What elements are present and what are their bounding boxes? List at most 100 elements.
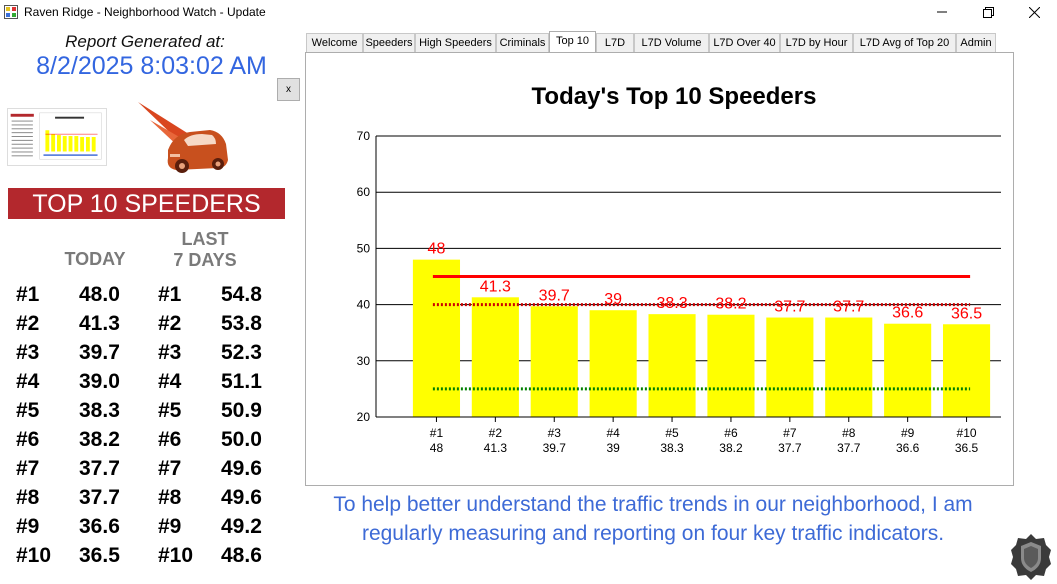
rank-last-7-days: #10 [158,544,194,567]
report-date: 8/2/2025 8:03:02 AM [36,52,267,80]
x-tick-label: #9 [901,426,915,440]
y-tick-label: 20 [357,410,371,424]
rank-today: #2 [16,312,40,335]
speed-last-7-days: 54.8 [221,283,262,306]
tab-welcome[interactable]: Welcome [306,33,363,52]
rank-today: #6 [16,428,40,451]
tab-admin[interactable]: Admin [956,33,996,52]
tab-l7d-over-40[interactable]: L7D Over 40 [709,33,780,52]
speed-today: 41.3 [79,312,120,335]
rank-today: #8 [16,486,40,509]
speed-today: 39.7 [79,341,120,364]
tab-l7d-volume[interactable]: L7D Volume [634,33,709,52]
rank-row: #5 38.3 #5 50.9 [16,399,286,428]
window-title: Raven Ridge - Neighborhood Watch - Updat… [24,5,266,19]
bar [471,297,519,417]
close-button[interactable] [1011,0,1057,24]
tab-l7d-by-hour[interactable]: L7D by Hour [780,33,853,52]
restore-button[interactable] [965,0,1011,24]
rank-last-7-days: #6 [158,428,182,451]
rank-row: #2 41.3 #2 53.8 [16,312,286,341]
tab-l7d-avg-of-top-20[interactable]: L7D Avg of Top 20 [853,33,956,52]
bar [412,259,461,417]
x-tick-sublabel: 37.7 [778,441,802,455]
rank-today: #9 [16,515,40,538]
speed-last-7-days: 49.2 [221,515,262,538]
tab-l7d[interactable]: L7D [596,33,634,52]
rank-today: #5 [16,399,40,422]
speed-today: 36.5 [79,544,120,567]
data-label: 36.5 [951,305,982,322]
last-header-line1: LAST [181,229,229,249]
tab-speeders[interactable]: Speeders [363,33,415,52]
rank-last-7-days: #4 [158,370,182,393]
x-tick-sublabel: 48 [430,441,444,455]
rank-last-7-days: #8 [158,486,182,509]
x-tick-label: #3 [548,426,562,440]
data-label: 39.7 [539,287,570,304]
dismiss-button[interactable]: x [277,78,300,101]
x-tick-sublabel: 41.3 [484,441,508,455]
speed-today: 39.0 [79,370,120,393]
y-tick-label: 70 [357,129,371,143]
minimize-button[interactable] [919,0,965,24]
bar [530,306,578,417]
x-tick-label: #6 [724,426,738,440]
bar [884,323,932,417]
x-tick-label: #1 [430,426,444,440]
top10-tab-panel: Today's Top 10 Speeders 48 41.3 39.7 39 38.3… [305,52,1014,486]
app-window: Raven Ridge - Neighborhood Watch - Updat… [0,0,1057,584]
speed-last-7-days: 53.8 [221,312,262,335]
x-tick-label: #5 [665,426,679,440]
title-bar[interactable]: Raven Ridge - Neighborhood Watch - Updat… [0,0,1057,24]
y-tick-label: 30 [357,354,371,368]
data-label: 38.2 [715,296,746,313]
y-tick-label: 60 [357,185,371,199]
rank-today: #3 [16,341,40,364]
bar [766,317,814,417]
x-tick-sublabel: 38.3 [660,441,684,455]
rank-last-7-days: #9 [158,515,182,538]
x-tick-label: #8 [842,426,856,440]
rank-last-7-days: #5 [158,399,182,422]
shield-badge-icon[interactable] [1010,533,1052,581]
top-10-banner: TOP 10 SPEEDERS [8,188,285,219]
report-thumbnail[interactable] [7,108,107,166]
last-header-line2: 7 DAYS [173,250,237,270]
tab-top-10[interactable]: Top 10 [549,31,596,52]
x-tick-label: #4 [606,426,620,440]
data-label: 38.3 [656,295,687,312]
x-tick-label: #7 [783,426,797,440]
report-generated-label: Report Generated at: [65,32,225,51]
y-tick-label: 40 [357,298,371,312]
bar [825,317,873,417]
speed-today: 37.7 [79,486,120,509]
bar [589,310,637,417]
tab-criminals[interactable]: Criminals [496,33,549,52]
speed-last-7-days: 50.9 [221,399,262,422]
y-tick-label: 50 [357,241,371,255]
top10-chart: Today's Top 10 Speeders 48 41.3 39.7 39 38.3… [357,83,1001,455]
speed-today: 38.2 [79,428,120,451]
speeder-rank-table: #1 48.0 #1 54.8 #2 41.3 #2 53.8 #3 39.7 #3 52.3 #4 39… [16,283,286,573]
x-tick-sublabel: 39 [606,441,620,455]
speed-last-7-days: 48.6 [221,544,262,567]
speed-today: 37.7 [79,457,120,480]
bar [707,314,755,417]
tab-high-speeders[interactable]: High Speeders [415,33,496,52]
last-7-days-header: LAST 7 DAYS [150,229,260,271]
data-label: 41.3 [480,278,511,295]
rank-today: #7 [16,457,40,480]
speed-last-7-days: 49.6 [221,486,262,509]
x-tick-sublabel: 39.7 [543,441,567,455]
today-header: TODAY [64,249,126,269]
maximize-icon [982,6,994,18]
rank-today: #1 [16,283,40,306]
rank-row: #6 38.2 #6 50.0 [16,428,286,457]
close-icon [1028,6,1040,18]
data-label: 39 [604,291,622,308]
chart-title: Today's Top 10 Speeders [532,83,817,110]
rank-today: #4 [16,370,40,393]
rank-row: #8 37.7 #8 49.6 [16,486,286,515]
app-icon [4,5,18,19]
